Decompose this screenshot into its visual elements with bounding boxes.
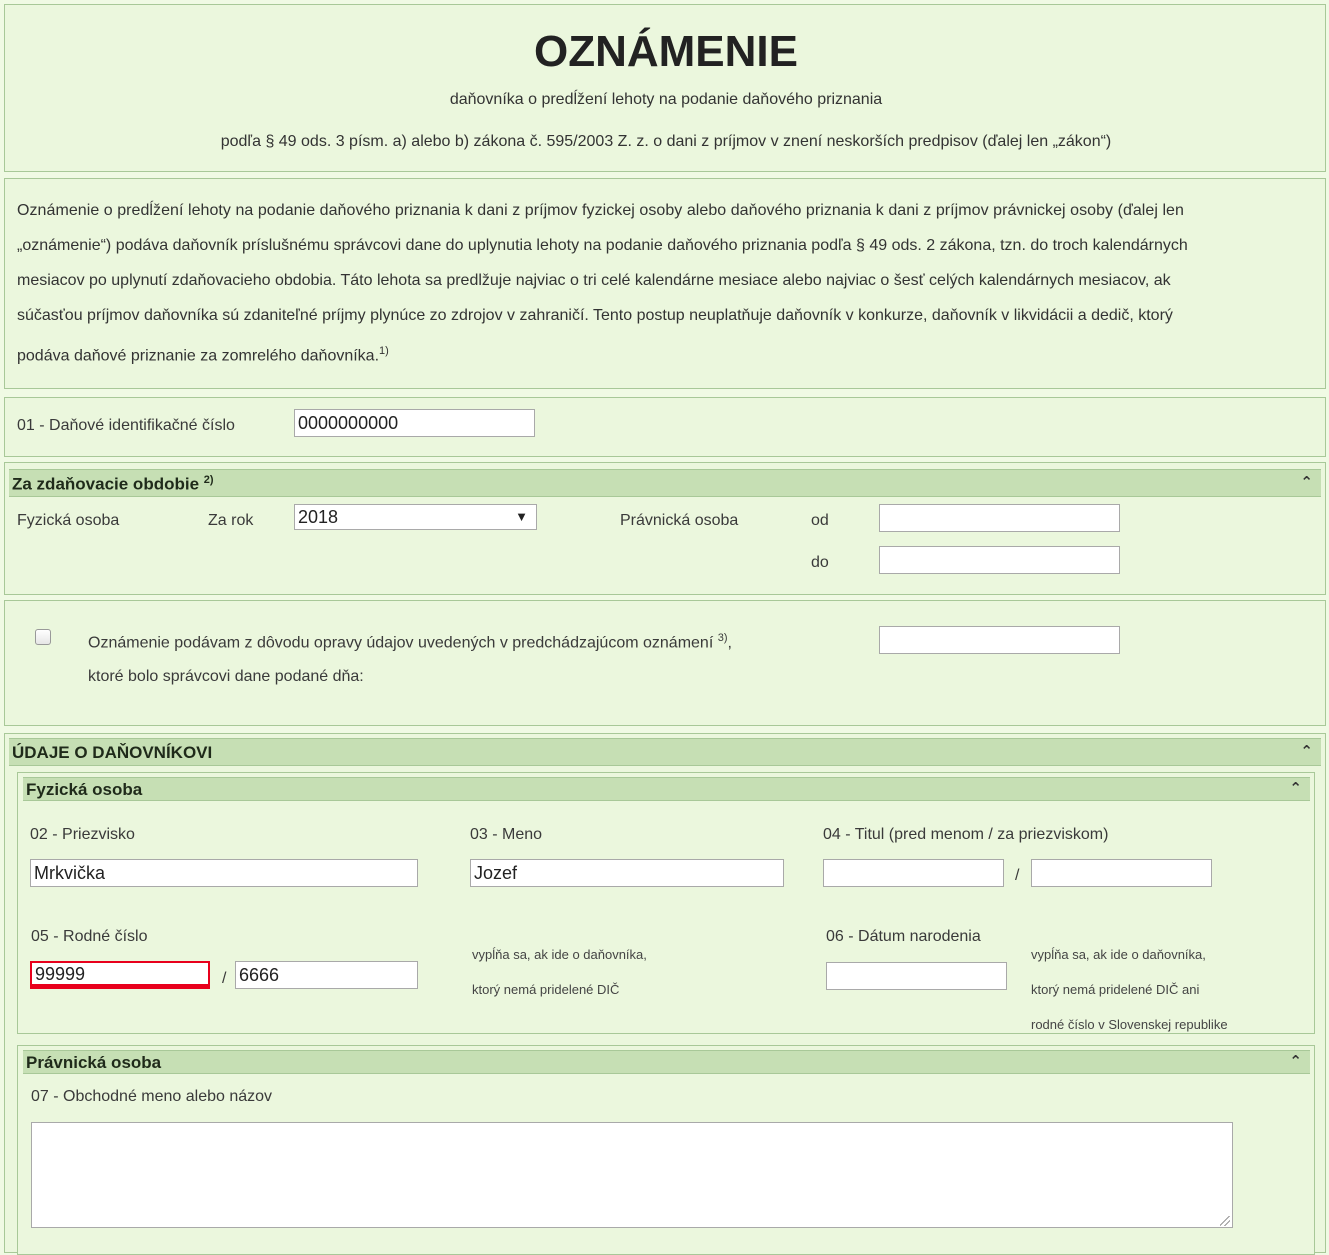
birth-date-label: 06 - Dátum narodenia	[826, 928, 981, 945]
dic-panel: 01 - Daňové identifikačné číslo 00000000…	[4, 397, 1326, 457]
po-subsection-header[interactable]: Právnická osoba ⌃	[23, 1050, 1310, 1074]
period-to-input[interactable]	[879, 546, 1120, 574]
to-label: do	[811, 554, 829, 571]
law-reference: podľa § 49 ods. 3 písm. a) alebo b) záko…	[220, 133, 1112, 150]
title-label: 04 - Titul (pred menom / za priezviskom)	[823, 826, 1109, 843]
po-subsection-title: Právnická osoba	[26, 1053, 162, 1072]
po-subpanel: Právnická osoba ⌃ 07 - Obchodné meno ale…	[17, 1045, 1315, 1255]
birth-no-slash: /	[222, 970, 227, 987]
title-after-input[interactable]	[1031, 859, 1212, 887]
title-slash: /	[1015, 867, 1020, 884]
period-from-input[interactable]	[879, 504, 1120, 532]
dic-input[interactable]: 0000000000	[294, 409, 535, 437]
po-label: Právnická osoba	[620, 512, 739, 529]
dic-label: 01 - Daňové identifikačné číslo	[17, 417, 235, 434]
period-section-header[interactable]: Za zdaňovacie obdobie 2) ⌃	[9, 469, 1321, 497]
name-input[interactable]: Jozef	[470, 859, 784, 887]
footnote-1: 1)	[379, 345, 389, 357]
intro-line: Oznámenie o predĺžení lehoty na podanie …	[17, 202, 1184, 219]
intro-line: súčasťou príjmov daňovníka sú zdaniteľné…	[17, 307, 1173, 324]
intro-line: „oznámenie“) podáva daňovník príslušnému…	[17, 237, 1188, 254]
fo-subpanel: Fyzická osoba ⌃ 02 - Priezvisko Mrkvička…	[17, 772, 1315, 1034]
triangle-down-icon: ▼	[515, 509, 528, 524]
footnote-2: 2)	[203, 474, 214, 486]
correction-date-input[interactable]	[879, 626, 1120, 654]
page-subtitle: daňovníka o predĺžení lehoty na podanie …	[449, 91, 883, 108]
birth-date-note: rodné číslo v Slovenskej republike	[1031, 1017, 1228, 1032]
intro-line-text: podáva daňové priznanie za zomrelého daň…	[17, 347, 380, 365]
fo-subsection-title: Fyzická osoba	[26, 780, 143, 799]
correction-checkbox[interactable]	[35, 629, 51, 645]
taxpayer-panel: ÚDAJE O DAŇOVNÍKOVI ⌃ Fyzická osoba ⌃ 02…	[4, 733, 1326, 1255]
correction-panel: Oznámenie podávam z dôvodu opravy údajov…	[4, 600, 1326, 726]
title-before-input[interactable]	[823, 859, 1004, 887]
correction-text: Oznámenie podávam z dôvodu opravy údajov…	[88, 634, 714, 652]
birth-no-label: 05 - Rodné číslo	[31, 928, 148, 945]
fo-subsection-header[interactable]: Fyzická osoba ⌃	[23, 777, 1310, 801]
business-name-textarea[interactable]	[31, 1122, 1233, 1228]
chevron-up-icon[interactable]: ⌃	[1300, 473, 1313, 491]
chevron-up-icon[interactable]: ⌃	[1289, 779, 1302, 797]
year-select-value: 2018	[298, 507, 339, 527]
birth-no-note: vypĺňa sa, ak ide o daňovníka,	[472, 947, 647, 962]
correction-line1: Oznámenie podávam z dôvodu opravy údajov…	[88, 632, 732, 652]
business-name-label: 07 - Obchodné meno alebo názov	[31, 1088, 273, 1105]
year-select[interactable]: 2018 ▼	[294, 504, 537, 530]
surname-label: 02 - Priezvisko	[30, 826, 135, 843]
birth-date-note: vypĺňa sa, ak ide o daňovníka,	[1031, 947, 1206, 962]
header-panel: OZNÁMENIE daňovníka o predĺžení lehoty n…	[4, 4, 1326, 172]
surname-input[interactable]: Mrkvička	[30, 859, 418, 887]
page-title: OZNÁMENIE	[534, 27, 798, 76]
chevron-up-icon[interactable]: ⌃	[1300, 742, 1313, 760]
correction-line2: ktoré bolo správcovi dane podané dňa:	[88, 668, 364, 685]
birth-no-part1-input[interactable]: 99999	[30, 961, 210, 989]
birth-no-part2-input[interactable]: 6666	[235, 961, 418, 989]
name-label: 03 - Meno	[470, 826, 543, 843]
footnote-3: 3)	[717, 632, 728, 644]
birth-date-note: ktorý nemá pridelené DIČ ani	[1031, 982, 1200, 997]
period-panel: Za zdaňovacie obdobie 2) ⌃ Fyzická osoba…	[4, 462, 1326, 595]
from-label: od	[811, 512, 829, 529]
period-section-title: Za zdaňovacie obdobie	[12, 474, 200, 494]
taxpayer-section-header[interactable]: ÚDAJE O DAŇOVNÍKOVI ⌃	[9, 738, 1321, 766]
birth-no-note: ktorý nemá pridelené DIČ	[472, 982, 620, 997]
resize-handle-icon[interactable]	[1220, 1216, 1230, 1226]
taxpayer-section-title: ÚDAJE O DAŇOVNÍKOVI	[12, 743, 213, 762]
intro-panel: Oznámenie o predĺžení lehoty na podanie …	[4, 178, 1326, 389]
year-label: Za rok	[208, 512, 254, 529]
intro-line: mesiacov po uplynutí zdaňovacieho obdobi…	[17, 272, 1171, 289]
intro-line-last: podáva daňové priznanie za zomrelého daň…	[17, 345, 389, 365]
birth-date-input[interactable]	[826, 962, 1007, 990]
fo-label: Fyzická osoba	[17, 512, 120, 529]
chevron-up-icon[interactable]: ⌃	[1289, 1052, 1302, 1070]
